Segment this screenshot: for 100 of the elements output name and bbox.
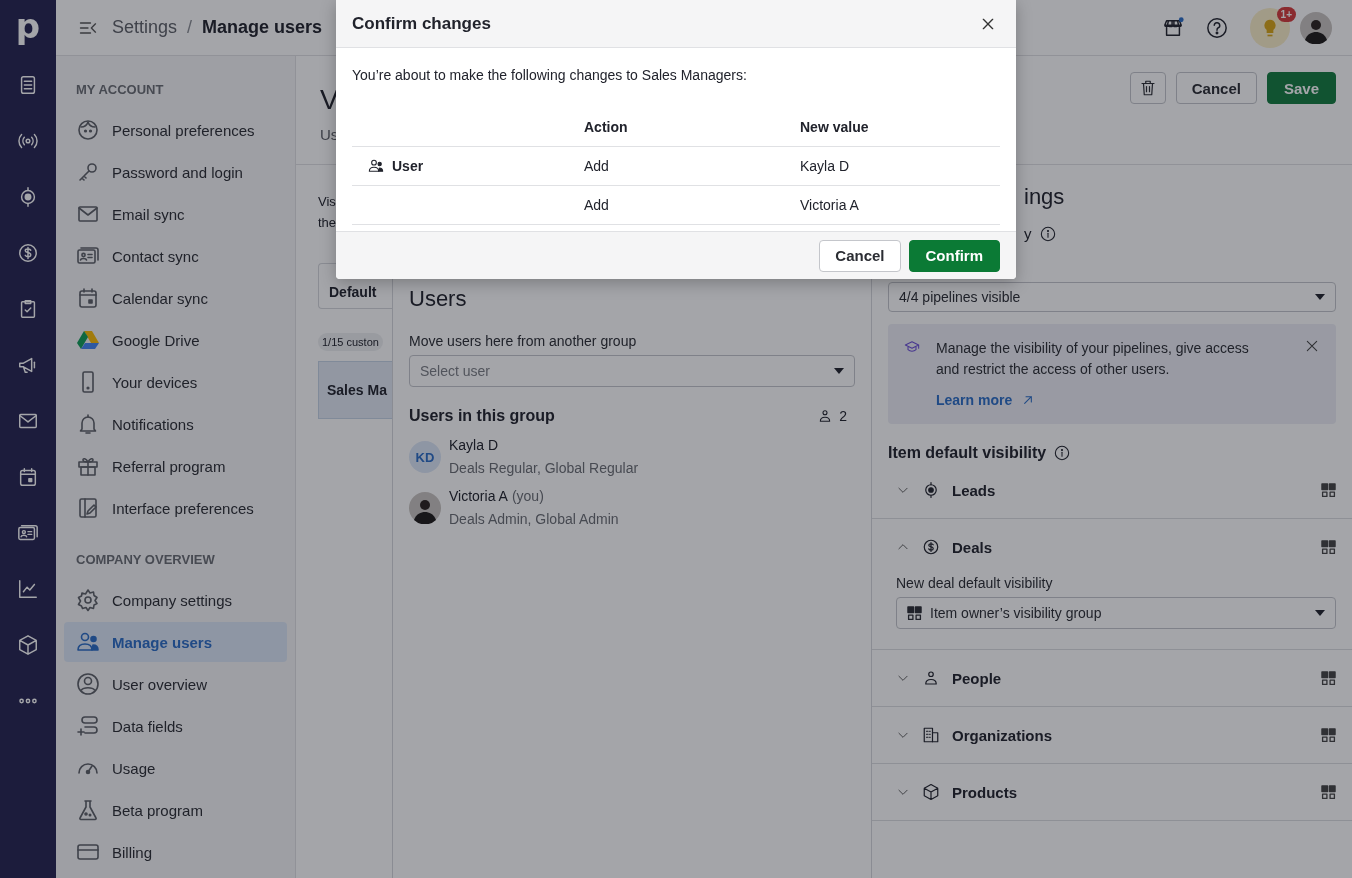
nav-item[interactable]: Company settings [64,580,287,620]
flask-icon [76,798,100,822]
entity-name: Leads [952,481,996,499]
visibility-select[interactable]: Item owner’s visibility group [896,597,1336,629]
section-heading: MY ACCOUNT [75,81,165,99]
cancel-button[interactable]: Cancel [819,239,901,272]
dialog-title: Confirm changes [352,13,491,34]
dialog-message: You’re about to make the following changes to Sales Managers: [352,67,748,83]
edit-icon [76,496,100,520]
user-name: Kayla D [449,437,499,453]
section-heading: COMPANY OVERVIEW [75,551,216,569]
pipelines-select[interactable]: 4/4 pipelines visible [888,282,1336,312]
tips-button[interactable] [1250,7,1290,48]
entity-name: Organizations [952,726,1052,744]
user-roles: Deals Regular, Global Regular [449,460,639,476]
description-text: Vis [318,193,337,211]
nav-item[interactable]: Email sync [64,194,287,234]
graduation-cap-icon [904,339,920,355]
box-icon [922,783,940,801]
nav-item[interactable]: Billing [64,832,287,872]
avatar[interactable] [1300,11,1332,44]
section-heading: Item default visibility [888,444,1047,462]
nav-item[interactable]: Referral program [64,446,287,486]
target-icon [922,481,940,499]
nav-item[interactable]: Notifications [64,404,287,444]
dollar-icon [922,538,940,556]
help-icon[interactable] [1206,16,1228,39]
key-icon [76,160,100,184]
calendar-icon[interactable] [17,466,39,488]
field-label: y [1024,225,1032,242]
column-header: Action [584,119,629,135]
caret-icon [1315,610,1325,616]
save-button[interactable]: Save [1266,72,1336,104]
nav-item[interactable]: Password and login [64,152,287,192]
trash-icon [1138,79,1157,97]
table-cell: Add [584,158,609,174]
grid-icon[interactable] [1321,784,1336,800]
nav-item[interactable]: Personal preferences [64,110,287,150]
cancel-button[interactable]: Cancel [1175,72,1257,104]
building-icon [922,726,940,744]
users-icon [76,630,100,654]
table-cell: User [392,158,424,174]
user-name: Victoria A [449,488,508,504]
avatar [409,492,441,524]
store-icon[interactable] [1162,16,1184,39]
user-select[interactable]: Select user [409,355,855,387]
learn-more-link[interactable]: Learn more [936,392,1037,408]
nav-item[interactable]: Your devices [64,362,287,402]
nav-item[interactable]: Calendar sync [64,278,287,318]
count-chip: 1/15 custon [318,333,383,351]
user-count: 2 [839,408,847,424]
table-cell: Victoria A [800,197,859,213]
banner-text: Manage the visibility of your pipelines, give access and restrict the access of other users. [936,339,1250,379]
grid-icon[interactable] [1321,539,1336,555]
logo[interactable]: p [15,4,41,48]
nav-item[interactable]: User overview [64,664,287,704]
page-heading: Manage users [202,17,323,38]
grid-icon [907,605,922,621]
grid-icon[interactable] [1321,727,1336,743]
drive-icon [76,328,100,352]
confirm-button[interactable]: Confirm [908,239,1000,272]
avatar: KD [409,441,441,473]
nav-item[interactable]: Contact sync [64,236,287,276]
users-icon [368,158,384,174]
breadcrumb-link[interactable]: Settings [112,17,178,38]
user-circle-icon [76,672,100,696]
nav-item[interactable]: Data fields [64,706,287,746]
table-cell: Kayla D [800,158,850,174]
smiley-icon [76,118,100,142]
description-text: the [318,214,338,232]
nav-item[interactable]: Beta program [64,790,287,830]
table-cell: Add [584,197,609,213]
dollar-icon[interactable] [17,242,39,264]
entity-name: Deals [952,538,993,556]
gear-icon [76,588,100,612]
panel-title: ings [1024,183,1066,211]
column-header: New value [800,119,870,135]
breadcrumb-separator: / [187,17,193,38]
info-icon[interactable] [1039,225,1056,242]
grid-icon[interactable] [1321,670,1336,686]
chart-icon[interactable] [17,578,39,600]
grid-icon[interactable] [1321,482,1336,498]
person-icon [922,669,940,687]
group-card[interactable]: Sales Ma [318,361,392,419]
nav-item[interactable]: Google Drive [64,320,287,360]
panel-title: Users [409,285,468,313]
nav-item[interactable]: Usage [64,748,287,788]
box-icon[interactable] [17,634,39,656]
entity-name: Products [952,783,1017,801]
caret-icon [834,368,844,374]
info-icon[interactable] [1054,445,1071,461]
calendar-icon [76,286,100,310]
field-label: New deal default visibility [896,575,1054,591]
section-heading: Users in this group [409,407,555,425]
delete-button[interactable] [1129,72,1166,104]
fields-icon [76,714,100,738]
caret-icon [1315,294,1325,300]
nav-item[interactable]: Interface preferences [64,488,287,528]
notification-badge: 1+ [1276,6,1296,22]
you-label: (you) [511,488,544,504]
